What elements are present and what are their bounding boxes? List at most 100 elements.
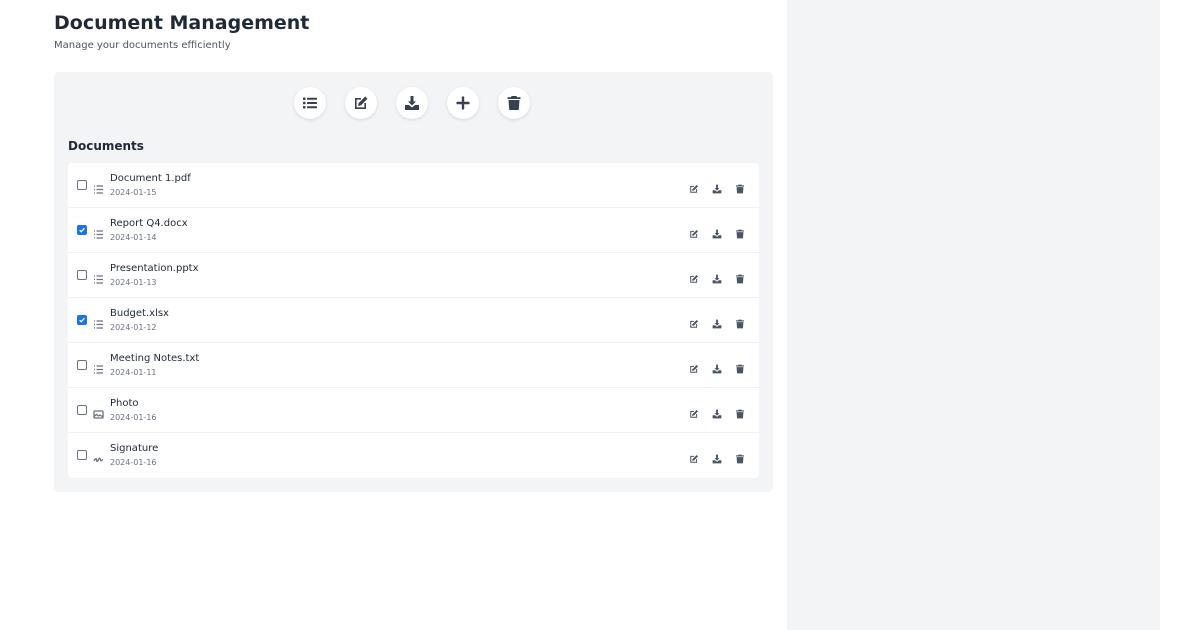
- document-row[interactable]: Budget.xlsx 2024-01-12: [68, 298, 759, 343]
- document-row[interactable]: Meeting Notes.txt 2024-01-11: [68, 343, 759, 388]
- document-name: Document 1.pdf: [110, 173, 191, 184]
- document-name: Presentation.pptx: [110, 263, 199, 274]
- document-date: 2024-01-15: [110, 188, 157, 197]
- trash-icon: [507, 96, 521, 110]
- document-row[interactable]: Presentation.pptx 2024-01-13: [68, 253, 759, 298]
- checkmark-icon: [79, 317, 85, 323]
- list-icon: [93, 180, 104, 194]
- row-delete-button[interactable]: [735, 314, 745, 329]
- row-delete-button[interactable]: [735, 224, 745, 239]
- document-date: 2024-01-13: [110, 278, 157, 287]
- documents-section-title: Documents: [68, 139, 144, 153]
- download-icon: [712, 184, 722, 194]
- trash-icon: [735, 229, 745, 239]
- row-checkbox[interactable]: [77, 315, 87, 325]
- toolbar: [294, 87, 530, 119]
- row-actions: [689, 314, 745, 329]
- document-date: 2024-01-12: [110, 323, 157, 332]
- download-icon: [712, 454, 722, 464]
- edit-icon: [690, 184, 699, 193]
- document-date: 2024-01-16: [110, 413, 157, 422]
- document-list: Document 1.pdf 2024-01-15 Report Q4.docx…: [68, 163, 759, 478]
- row-checkbox[interactable]: [77, 450, 87, 460]
- edit-icon: [690, 409, 699, 418]
- edit-icon: [690, 229, 699, 238]
- list-icon: [93, 315, 104, 329]
- trash-icon: [735, 184, 745, 194]
- row-actions: [689, 449, 745, 464]
- download-icon: [712, 364, 722, 374]
- download-icon: [712, 274, 722, 284]
- delete-button[interactable]: [498, 87, 530, 119]
- image-icon: [93, 405, 104, 419]
- trash-icon: [735, 454, 745, 464]
- plus-icon: [456, 96, 470, 110]
- list-icon: [93, 360, 104, 374]
- row-actions: [689, 179, 745, 194]
- side-panel: [787, 0, 1160, 630]
- checkmark-icon: [79, 227, 85, 233]
- row-download-button[interactable]: [712, 224, 722, 239]
- row-actions: [689, 404, 745, 419]
- edit-button[interactable]: [345, 87, 377, 119]
- row-delete-button[interactable]: [735, 179, 745, 194]
- document-row[interactable]: Report Q4.docx 2024-01-14: [68, 208, 759, 253]
- download-icon: [712, 409, 722, 419]
- row-checkbox[interactable]: [77, 180, 87, 190]
- row-edit-button[interactable]: [689, 179, 699, 193]
- edit-icon: [690, 364, 699, 373]
- signature-icon: [93, 450, 104, 463]
- document-row[interactable]: Photo 2024-01-16: [68, 388, 759, 433]
- add-button[interactable]: [447, 87, 479, 119]
- row-delete-button[interactable]: [735, 449, 745, 464]
- page-subtitle: Manage your documents efficiently: [54, 40, 231, 51]
- list-view-button[interactable]: [294, 87, 326, 119]
- row-delete-button[interactable]: [735, 404, 745, 419]
- document-name: Meeting Notes.txt: [110, 353, 200, 364]
- download-icon: [712, 229, 722, 239]
- document-name: Budget.xlsx: [110, 308, 169, 319]
- row-actions: [689, 224, 745, 239]
- row-checkbox[interactable]: [77, 360, 87, 370]
- page-title: Document Management: [54, 12, 310, 34]
- row-edit-button[interactable]: [689, 404, 699, 418]
- row-delete-button[interactable]: [735, 269, 745, 284]
- document-name: Photo: [110, 398, 139, 409]
- trash-icon: [735, 319, 745, 329]
- documents-panel: Documents Document 1.pdf 2024-01-15 Repo…: [54, 72, 773, 492]
- edit-icon: [355, 96, 368, 109]
- document-row[interactable]: Document 1.pdf 2024-01-15: [68, 163, 759, 208]
- document-name: Report Q4.docx: [110, 218, 188, 229]
- download-icon: [405, 96, 419, 110]
- row-edit-button[interactable]: [689, 449, 699, 463]
- row-download-button[interactable]: [712, 449, 722, 464]
- row-checkbox[interactable]: [77, 405, 87, 415]
- list-icon: [93, 225, 104, 239]
- row-checkbox[interactable]: [77, 270, 87, 280]
- document-name: Signature: [110, 443, 159, 454]
- row-download-button[interactable]: [712, 404, 722, 419]
- edit-icon: [690, 274, 699, 283]
- row-download-button[interactable]: [712, 179, 722, 194]
- list-icon: [303, 97, 317, 109]
- row-checkbox[interactable]: [77, 225, 87, 235]
- download-button[interactable]: [396, 87, 428, 119]
- edit-icon: [690, 319, 699, 328]
- trash-icon: [735, 274, 745, 284]
- row-edit-button[interactable]: [689, 359, 699, 373]
- download-icon: [712, 319, 722, 329]
- document-row[interactable]: Signature 2024-01-16: [68, 433, 759, 478]
- row-delete-button[interactable]: [735, 359, 745, 374]
- row-actions: [689, 359, 745, 374]
- row-edit-button[interactable]: [689, 224, 699, 238]
- list-icon: [93, 270, 104, 284]
- document-date: 2024-01-16: [110, 458, 157, 467]
- document-date: 2024-01-14: [110, 233, 157, 242]
- row-edit-button[interactable]: [689, 314, 699, 328]
- row-download-button[interactable]: [712, 359, 722, 374]
- row-download-button[interactable]: [712, 314, 722, 329]
- row-download-button[interactable]: [712, 269, 722, 284]
- document-date: 2024-01-11: [110, 368, 157, 377]
- row-actions: [689, 269, 745, 284]
- row-edit-button[interactable]: [689, 269, 699, 283]
